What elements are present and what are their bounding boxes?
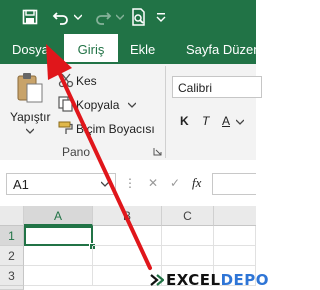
watermark-text-depo: DEPO — [220, 271, 270, 289]
logo-icon — [150, 274, 164, 286]
watermark-text-excel: EXCEL — [166, 271, 221, 289]
watermark-logo: EXCEL DEPO — [150, 270, 269, 290]
red-arrow-annotation — [46, 44, 152, 270]
